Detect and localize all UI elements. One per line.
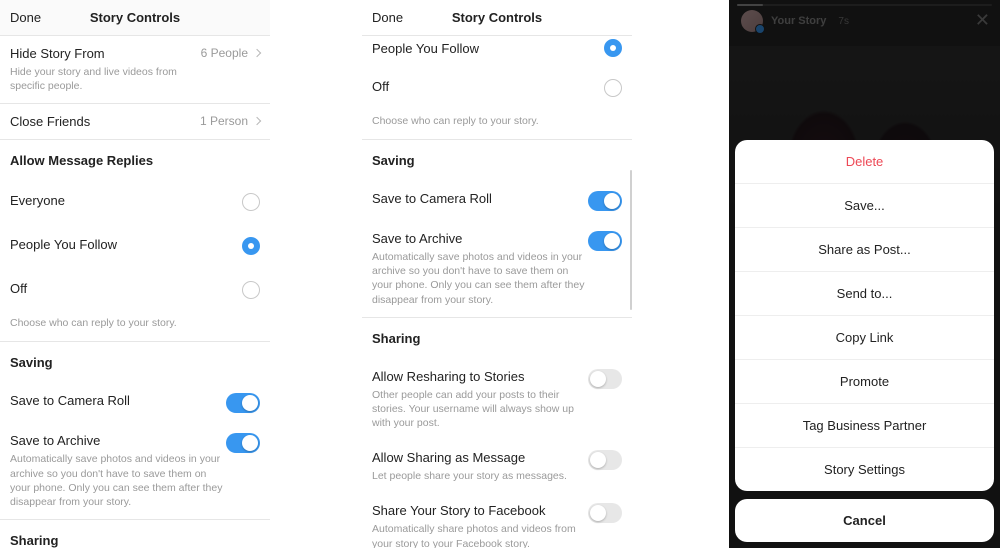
replies-followers-label: People You Follow xyxy=(372,41,479,56)
replies-off-label: Off xyxy=(372,79,389,94)
sharing-header: Sharing xyxy=(0,520,270,548)
story-controls-pane-a: Done Story Controls Hide Story From Hide… xyxy=(0,0,270,548)
save-archive-sub: Automatically save photos and videos in … xyxy=(372,250,588,307)
save-archive-sub: Automatically save photos and videos in … xyxy=(10,452,226,509)
toggle-off-icon[interactable] xyxy=(588,369,622,389)
story-viewer-pane: Your Story 7s ✕ Delete Save... Share as … xyxy=(729,0,1000,548)
reshare-stories-label: Allow Resharing to Stories xyxy=(372,369,588,384)
radio-icon[interactable] xyxy=(242,281,260,299)
menu-item-share-as-post[interactable]: Share as Post... xyxy=(735,228,994,272)
page-title: Story Controls xyxy=(90,10,180,25)
save-archive-row[interactable]: Save to Archive Automatically save photo… xyxy=(0,423,270,519)
replies-option-off[interactable]: Off xyxy=(362,67,632,111)
action-sheet: Delete Save... Share as Post... Send to.… xyxy=(735,140,994,542)
done-button[interactable]: Done xyxy=(372,10,403,25)
replies-option-off[interactable]: Off xyxy=(0,269,270,313)
menu-item-copy-link[interactable]: Copy Link xyxy=(735,316,994,360)
toggle-off-icon[interactable] xyxy=(588,450,622,470)
menu-item-delete[interactable]: Delete xyxy=(735,140,994,184)
replies-off-label: Off xyxy=(10,281,27,296)
close-friends-row[interactable]: Close Friends 1 Person xyxy=(0,104,270,139)
saving-header: Saving xyxy=(362,140,632,181)
hide-story-from-row[interactable]: Hide Story From Hide your story and live… xyxy=(0,36,270,103)
toggle-off-icon[interactable] xyxy=(588,503,622,523)
reshare-stories-row[interactable]: Allow Resharing to Stories Other people … xyxy=(362,359,632,441)
toggle-on-icon[interactable] xyxy=(588,231,622,251)
share-to-facebook-label: Share Your Story to Facebook xyxy=(372,503,588,518)
menu-item-promote[interactable]: Promote xyxy=(735,360,994,404)
cancel-button[interactable]: Cancel xyxy=(735,499,994,542)
replies-footnote: Choose who can reply to your story. xyxy=(0,313,270,341)
share-to-facebook-row[interactable]: Share Your Story to Facebook Automatical… xyxy=(362,493,632,548)
action-sheet-menu: Delete Save... Share as Post... Send to.… xyxy=(735,140,994,491)
sharing-header: Sharing xyxy=(362,318,632,359)
share-as-message-label: Allow Sharing as Message xyxy=(372,450,588,465)
menu-item-story-settings[interactable]: Story Settings xyxy=(735,448,994,491)
hide-story-from-sub: Hide your story and live videos from spe… xyxy=(10,65,201,93)
replies-everyone-label: Everyone xyxy=(10,193,65,208)
saving-header: Saving xyxy=(0,342,270,383)
save-camera-roll-row[interactable]: Save to Camera Roll xyxy=(362,181,632,221)
save-camera-roll-row[interactable]: Save to Camera Roll xyxy=(0,383,270,423)
reshare-stories-sub: Other people can add your posts to their… xyxy=(372,388,588,431)
replies-option-followers[interactable]: People You Follow xyxy=(362,36,632,67)
replies-followers-label: People You Follow xyxy=(10,237,117,252)
save-archive-label: Save to Archive xyxy=(372,231,588,246)
save-camera-roll-label: Save to Camera Roll xyxy=(10,393,130,408)
menu-item-save[interactable]: Save... xyxy=(735,184,994,228)
save-archive-row[interactable]: Save to Archive Automatically save photo… xyxy=(362,221,632,317)
close-friends-value: 1 Person xyxy=(200,114,248,128)
chevron-right-icon xyxy=(253,49,261,57)
toggle-on-icon[interactable] xyxy=(226,393,260,413)
toggle-on-icon[interactable] xyxy=(588,191,622,211)
story-controls-pane-b: Done Story Controls People You Follow Of… xyxy=(362,0,632,548)
navbar: Done Story Controls xyxy=(362,0,632,36)
replies-footnote: Choose who can reply to your story. xyxy=(362,111,632,139)
share-to-facebook-sub: Automatically share photos and videos fr… xyxy=(372,522,588,548)
page-title: Story Controls xyxy=(452,10,542,25)
replies-header: Allow Message Replies xyxy=(0,140,270,181)
menu-item-send-to[interactable]: Send to... xyxy=(735,272,994,316)
radio-selected-icon[interactable] xyxy=(604,39,622,57)
close-friends-label: Close Friends xyxy=(10,114,200,129)
replies-option-followers[interactable]: People You Follow xyxy=(0,225,270,269)
radio-icon[interactable] xyxy=(242,193,260,211)
hide-story-from-value: 6 People xyxy=(201,46,248,60)
save-camera-roll-label: Save to Camera Roll xyxy=(372,191,492,206)
save-archive-label: Save to Archive xyxy=(10,433,226,448)
menu-item-tag-business-partner[interactable]: Tag Business Partner xyxy=(735,404,994,448)
share-as-message-sub: Let people share your story as messages. xyxy=(372,469,588,483)
share-as-message-row[interactable]: Allow Sharing as Message Let people shar… xyxy=(362,440,632,493)
toggle-on-icon[interactable] xyxy=(226,433,260,453)
scrollbar[interactable] xyxy=(630,170,632,310)
hide-story-from-label: Hide Story From xyxy=(10,46,201,61)
chevron-right-icon xyxy=(253,117,261,125)
done-button[interactable]: Done xyxy=(10,10,41,25)
navbar: Done Story Controls xyxy=(0,0,270,36)
replies-option-everyone[interactable]: Everyone xyxy=(0,181,270,225)
radio-selected-icon[interactable] xyxy=(242,237,260,255)
radio-icon[interactable] xyxy=(604,79,622,97)
